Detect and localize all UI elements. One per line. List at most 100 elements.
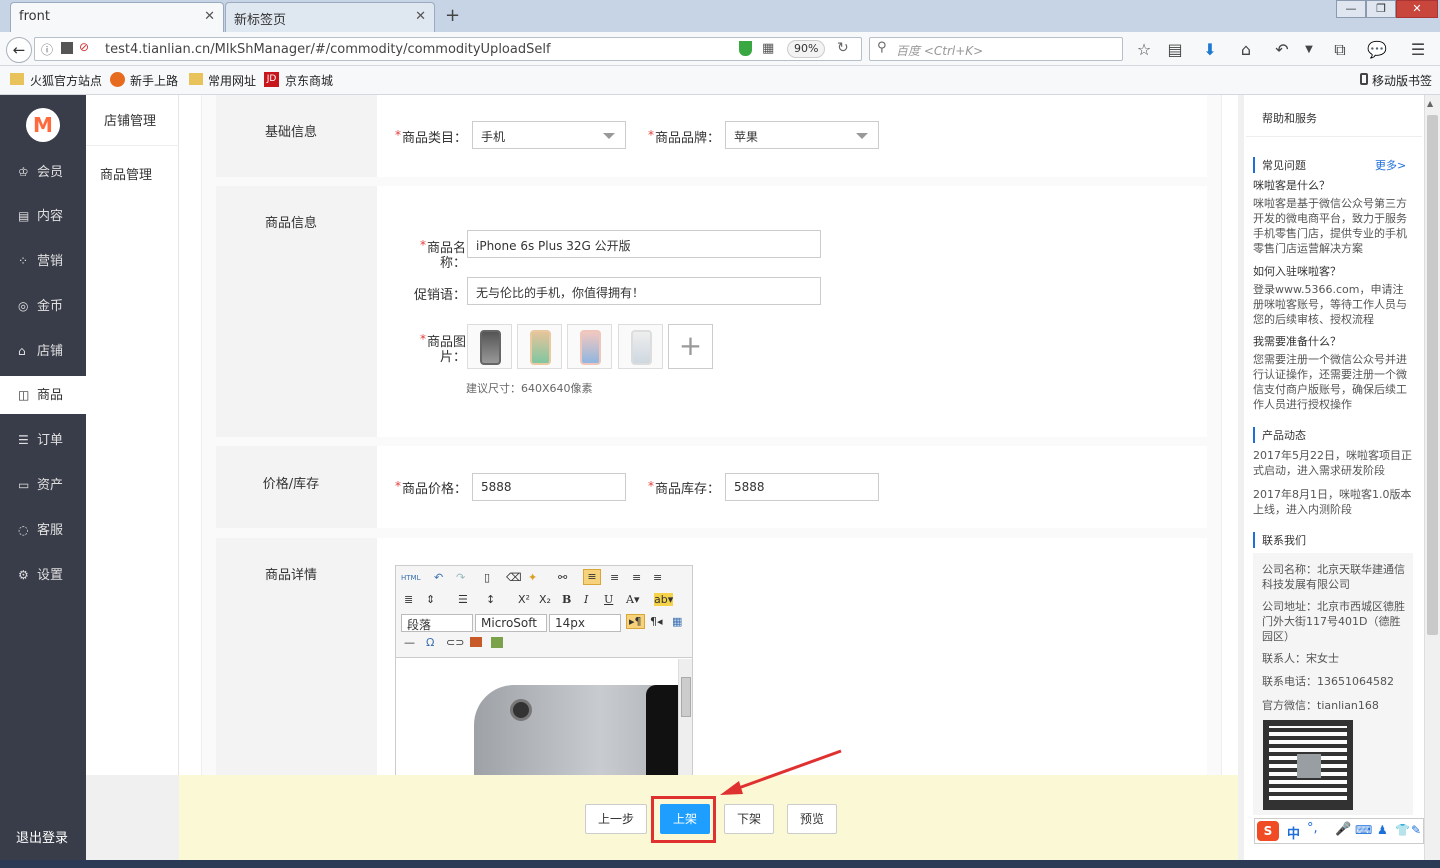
scroll-thumb[interactable] bbox=[681, 677, 691, 717]
brand-select[interactable]: 苹果 bbox=[725, 121, 879, 149]
faq-question[interactable]: 咪啦客是什么？ bbox=[1253, 178, 1413, 193]
special-char-icon[interactable]: Ω bbox=[426, 636, 434, 649]
align-right-icon[interactable]: ≡ bbox=[632, 571, 641, 584]
subnav-item-products[interactable]: 商品管理 bbox=[86, 164, 179, 183]
crop-icon[interactable]: ⧉ bbox=[1329, 40, 1351, 60]
sidebar-item-products[interactable]: ◫ 商品 bbox=[0, 376, 86, 414]
undo-icon[interactable]: ↶ bbox=[434, 571, 443, 584]
bold-icon[interactable]: B bbox=[562, 593, 571, 606]
indent-icon[interactable]: ≣ bbox=[404, 593, 413, 606]
find-icon[interactable]: ⚯ bbox=[558, 571, 567, 584]
price-input[interactable]: 5888 bbox=[472, 473, 626, 501]
info-icon[interactable]: ⓘ bbox=[41, 41, 53, 58]
font-family-select[interactable]: MicroSoft bbox=[475, 614, 547, 632]
paragraph-format-select[interactable]: 段落 bbox=[401, 614, 473, 632]
qr-code-icon[interactable]: ▦ bbox=[762, 41, 774, 56]
ime-toolbar[interactable]: S 中 °, 🎤 ⌨ ♟ 👕 ✎ bbox=[1254, 818, 1424, 844]
tab-front[interactable]: front ✕ bbox=[10, 2, 224, 32]
product-image-thumb[interactable] bbox=[567, 324, 612, 369]
page-scrollbar[interactable]: ▲ bbox=[1424, 95, 1440, 860]
superscript-icon[interactable]: X² bbox=[518, 593, 530, 606]
punctuation-icon[interactable]: °, bbox=[1307, 821, 1318, 836]
horizontal-rule-icon[interactable]: — bbox=[404, 636, 415, 649]
stock-input[interactable]: 5888 bbox=[725, 473, 879, 501]
undo-close-icon[interactable]: ↶ bbox=[1271, 40, 1293, 59]
close-tab-icon[interactable]: ✕ bbox=[204, 9, 215, 24]
menu-icon[interactable]: ☰ bbox=[1407, 40, 1429, 59]
wrench-icon[interactable]: ✎ bbox=[1411, 823, 1421, 837]
add-image-button[interactable]: + bbox=[668, 324, 713, 369]
home-icon[interactable]: ⌂ bbox=[1235, 40, 1257, 59]
magic-format-icon[interactable]: ✦ bbox=[528, 571, 537, 584]
chevron-down-icon[interactable]: ▼ bbox=[1298, 44, 1320, 55]
sidebar-item-orders[interactable]: ☰ 订单 bbox=[0, 421, 86, 459]
image-icon[interactable] bbox=[470, 637, 482, 647]
faq-question[interactable]: 我需要准备什么？ bbox=[1253, 334, 1413, 349]
user-icon[interactable]: ♟ bbox=[1377, 823, 1388, 837]
underline-icon[interactable]: U bbox=[604, 593, 613, 606]
eraser-icon[interactable]: ⌫ bbox=[506, 571, 522, 584]
new-tab-button[interactable]: + bbox=[445, 5, 460, 26]
microphone-icon[interactable]: 🎤 bbox=[1335, 822, 1351, 837]
product-image-thumb[interactable] bbox=[517, 324, 562, 369]
search-input[interactable]: ⚲ 百度 <Ctrl+K> bbox=[869, 37, 1123, 61]
more-link[interactable]: 更多> bbox=[1375, 157, 1406, 173]
align-left-icon[interactable]: ≡ bbox=[583, 569, 601, 585]
align-center-icon[interactable]: ≡ bbox=[610, 571, 619, 584]
highlight-icon[interactable]: ab▾ bbox=[654, 593, 674, 606]
mobile-bookmarks[interactable]: 移动版书签 bbox=[1372, 72, 1432, 89]
subscript-icon[interactable]: X₂ bbox=[539, 593, 551, 606]
line-height-icon[interactable]: ⇕ bbox=[426, 593, 435, 606]
rich-text-editor[interactable]: HTML ↶ ↷ ▯ ⌫ ✦ ⚯ ≡ ≡ ≡ ≡ ≣ ⇕ ☰ ↕ X² X₂ B… bbox=[395, 565, 693, 780]
maximize-icon[interactable]: ❐ bbox=[1366, 0, 1396, 18]
publish-button[interactable]: 上架 bbox=[660, 804, 710, 834]
preview-button[interactable]: 预览 bbox=[787, 804, 837, 834]
keyboard-icon[interactable]: ⌨ bbox=[1355, 823, 1372, 837]
row-spacing-icon[interactable]: ↕ bbox=[486, 593, 495, 606]
sidebar-item-service[interactable]: ◌ 客服 bbox=[0, 511, 86, 549]
italic-icon[interactable]: I bbox=[584, 593, 588, 606]
redo-icon[interactable]: ↷ bbox=[456, 571, 465, 584]
download-icon[interactable]: ⬇ bbox=[1199, 40, 1221, 59]
close-tab-icon[interactable]: ✕ bbox=[415, 9, 426, 24]
sidebar-item-marketing[interactable]: ⁘ 营销 bbox=[0, 242, 86, 280]
font-color-icon[interactable]: A▾ bbox=[626, 593, 639, 606]
bookmark-item[interactable]: 新手上路 bbox=[130, 72, 178, 89]
link-icon[interactable]: ⊂⊃ bbox=[446, 636, 464, 649]
bookmark-star-icon[interactable]: ☆ bbox=[1133, 40, 1155, 59]
insert-picture-icon[interactable] bbox=[491, 637, 503, 648]
new-document-icon[interactable]: ▯ bbox=[484, 571, 490, 584]
product-image-thumb[interactable] bbox=[467, 324, 512, 369]
editor-scrollbar[interactable] bbox=[678, 659, 692, 779]
prev-step-button[interactable]: 上一步 bbox=[585, 804, 647, 834]
reading-list-icon[interactable]: ▤ bbox=[1164, 40, 1186, 59]
back-arrow-icon[interactable]: ← bbox=[6, 37, 32, 63]
sidebar-item-member[interactable]: ♔ 会员 bbox=[0, 153, 86, 191]
chat-bubble-icon[interactable]: 💬 bbox=[1366, 40, 1388, 59]
ime-mode[interactable]: 中 bbox=[1287, 823, 1300, 842]
logout-button[interactable]: 退出登录 bbox=[0, 818, 86, 860]
url-bar[interactable]: ⓘ ⊘ test4.tianlian.cn/MlkShManager/#/com… bbox=[34, 37, 862, 61]
category-select[interactable]: 手机 bbox=[472, 121, 626, 149]
sidebar-item-coins[interactable]: ◎ 金币 bbox=[0, 287, 86, 325]
close-window-icon[interactable]: ✕ bbox=[1396, 0, 1438, 18]
faq-question[interactable]: 如何入驻咪啦客？ bbox=[1253, 264, 1413, 279]
product-name-input[interactable]: iPhone 6s Plus 32G 公开版 bbox=[467, 230, 821, 258]
product-image-thumb[interactable] bbox=[618, 324, 663, 369]
sidebar-item-store[interactable]: ⌂ 店铺 bbox=[0, 332, 86, 370]
tab-new[interactable]: 新标签页 ✕ bbox=[225, 2, 435, 32]
minimize-icon[interactable]: — bbox=[1336, 0, 1366, 18]
paragraph-spacing-icon[interactable]: ☰ bbox=[458, 593, 468, 606]
justify-icon[interactable]: ≡ bbox=[653, 571, 662, 584]
scroll-up-icon[interactable]: ▲ bbox=[1427, 99, 1433, 108]
unpublish-button[interactable]: 下架 bbox=[724, 804, 774, 834]
zoom-level[interactable]: 90% bbox=[787, 40, 826, 58]
bookmark-item[interactable]: 火狐官方站点 bbox=[30, 72, 102, 89]
skin-icon[interactable]: 👕 bbox=[1395, 823, 1410, 837]
sidebar-item-content[interactable]: ▤ 内容 bbox=[0, 197, 86, 235]
bookmark-item[interactable]: 京东商城 bbox=[285, 72, 333, 89]
html-source-icon[interactable]: HTML bbox=[401, 574, 420, 582]
table-icon[interactable]: ▦ bbox=[672, 615, 682, 628]
editor-body[interactable] bbox=[396, 659, 678, 779]
shield-icon[interactable] bbox=[739, 41, 752, 56]
